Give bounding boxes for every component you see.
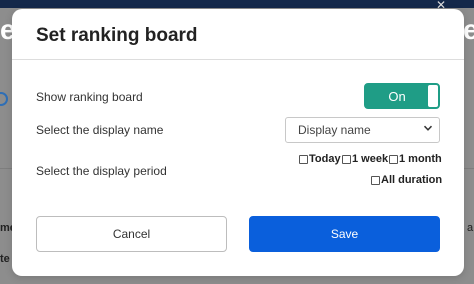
toggle-knob [428,85,438,107]
dialog-divider [12,59,464,60]
period-all-duration-checkbox[interactable] [371,175,380,185]
show-ranking-label: Show ranking board [36,90,143,104]
dialog-title: Set ranking board [36,25,198,46]
period-1-month-label: 1 month [399,153,442,165]
background-title-fragment: e [463,14,474,45]
period-option-1-month[interactable]: 1 month [389,153,442,165]
background-search-icon [0,92,8,106]
display-name-label: Select the display name [36,123,164,137]
period-1-month-checkbox[interactable] [389,154,398,164]
chevron-down-icon [423,123,433,136]
background-text: te [0,253,10,265]
period-today-label: Today [309,153,341,165]
display-name-selected-value: Display name [298,123,371,137]
period-option-today[interactable]: Today [299,153,341,165]
period-1-week-checkbox[interactable] [342,154,351,164]
background-text: a [467,222,474,234]
background-top-bar [0,0,474,8]
show-ranking-toggle[interactable]: On [364,83,440,109]
period-today-checkbox[interactable] [299,154,308,164]
period-1-week-label: 1 week [352,153,389,165]
ranking-board-dialog: Set ranking board Show ranking board On … [12,9,464,276]
cancel-button[interactable]: Cancel [36,216,227,252]
display-period-label: Select the display period [36,164,167,178]
period-option-1-week[interactable]: 1 week [342,153,388,165]
display-name-select[interactable]: Display name [285,117,440,143]
save-button[interactable]: Save [249,216,440,252]
toggle-state-label: On [388,88,406,104]
period-all-duration-label: All duration [381,174,443,186]
period-option-all-duration[interactable]: All duration [371,174,442,186]
